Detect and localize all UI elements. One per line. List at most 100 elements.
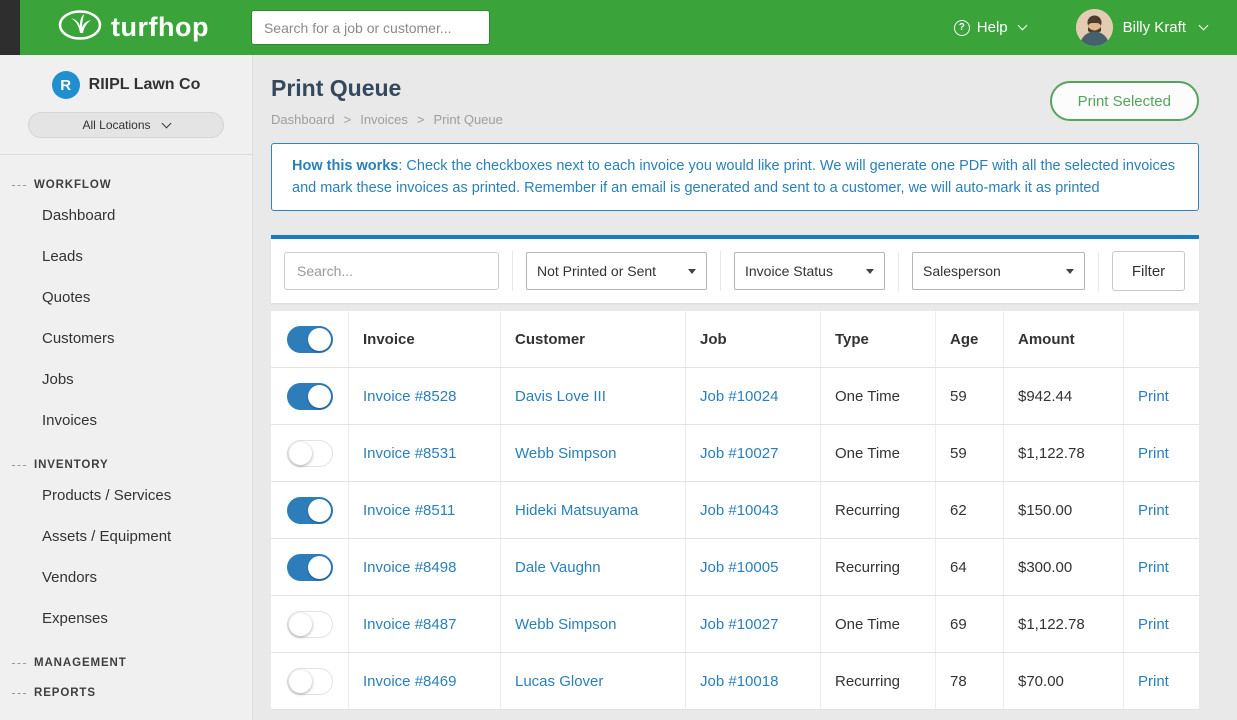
toggle-knob	[289, 442, 312, 465]
top-bar-right: ? Help Billy Kraft	[954, 9, 1207, 46]
print-link-cell: Print	[1124, 539, 1199, 595]
column-header-job: Job	[686, 311, 821, 367]
print-link[interactable]: Print	[1138, 388, 1169, 405]
table-row: Invoice #8531Webb SimpsonJob #10027One T…	[271, 425, 1199, 482]
invoice-link-cell: Invoice #8511	[349, 482, 501, 538]
print-selected-button[interactable]: Print Selected	[1050, 81, 1199, 121]
sidebar-section-workflow: WORKFLOW	[0, 179, 252, 191]
user-menu[interactable]: Billy Kraft	[1076, 9, 1207, 46]
customer-link[interactable]: Lucas Glover	[515, 673, 603, 690]
sidebar-item-assets-equipment[interactable]: Assets / Equipment	[0, 516, 252, 557]
breadcrumb: Dashboard>Invoices>Print Queue	[271, 112, 503, 127]
toggle-knob	[308, 385, 331, 408]
select-value: Not Printed or Sent	[537, 263, 656, 279]
company-name: RIIPL Lawn Co	[89, 76, 201, 94]
customer-link[interactable]: Webb Simpson	[515, 616, 616, 633]
sidebar: R RIIPL Lawn Co All Locations WORKFLOWDa…	[0, 55, 253, 720]
job-link[interactable]: Job #10005	[700, 559, 778, 576]
printed-status-select[interactable]: Not Printed or Sent	[526, 252, 707, 290]
sidebar-item-expenses[interactable]: Expenses	[0, 598, 252, 639]
row-select-toggle[interactable]	[287, 383, 333, 410]
type-cell: One Time	[821, 596, 936, 652]
job-link[interactable]: Job #10043	[700, 502, 778, 519]
sidebar-section-label: REPORTS	[34, 687, 96, 699]
select-value: Invoice Status	[745, 263, 833, 279]
invoice-table: InvoiceCustomerJobTypeAgeAmountInvoice #…	[271, 311, 1199, 710]
sidebar-section-reports: REPORTS	[0, 687, 252, 699]
invoice-link[interactable]: Invoice #8498	[363, 559, 456, 576]
sidebar-item-jobs[interactable]: Jobs	[0, 359, 252, 400]
filter-button[interactable]: Filter	[1112, 251, 1185, 291]
sidebar-item-dashboard[interactable]: Dashboard	[0, 195, 252, 236]
breadcrumb-separator: >	[417, 112, 425, 127]
sidebar-item-leads[interactable]: Leads	[0, 236, 252, 277]
breadcrumb-item-print-queue: Print Queue	[434, 112, 503, 127]
invoice-status-select[interactable]: Invoice Status	[734, 252, 885, 290]
location-selector[interactable]: All Locations	[28, 112, 224, 138]
customer-link[interactable]: Webb Simpson	[515, 445, 616, 462]
invoice-link[interactable]: Invoice #8469	[363, 673, 456, 690]
filter-search-input[interactable]	[284, 252, 499, 290]
sidebar-section-label: MANAGEMENT	[34, 657, 127, 669]
salesperson-select[interactable]: Salesperson	[912, 252, 1085, 290]
dropdown-arrow-icon	[688, 269, 696, 274]
customer-link[interactable]: Davis Love III	[515, 388, 606, 405]
breadcrumb-item-invoices[interactable]: Invoices	[360, 112, 408, 127]
job-link[interactable]: Job #10027	[700, 616, 778, 633]
sidebar-section-label: WORKFLOW	[34, 179, 111, 191]
print-link-cell: Print	[1124, 482, 1199, 538]
page-head: Print Queue Dashboard>Invoices>Print Que…	[271, 75, 1199, 127]
toggle-knob	[308, 328, 331, 351]
select-all-toggle[interactable]	[287, 326, 333, 353]
print-link[interactable]: Print	[1138, 559, 1169, 576]
type-cell: One Time	[821, 368, 936, 424]
invoice-link[interactable]: Invoice #8528	[363, 388, 456, 405]
print-link[interactable]: Print	[1138, 502, 1169, 519]
row-select-toggle[interactable]	[287, 554, 333, 581]
toggle-knob	[289, 670, 312, 693]
print-link[interactable]: Print	[1138, 445, 1169, 462]
print-link[interactable]: Print	[1138, 616, 1169, 633]
invoice-link[interactable]: Invoice #8511	[363, 502, 455, 519]
global-search-input[interactable]	[251, 10, 490, 45]
info-box: How this works: Check the checkboxes nex…	[271, 143, 1199, 211]
help-menu[interactable]: ? Help	[954, 19, 1026, 36]
row-select-toggle[interactable]	[287, 668, 333, 695]
breadcrumb-item-dashboard[interactable]: Dashboard	[271, 112, 335, 127]
job-link[interactable]: Job #10024	[700, 388, 778, 405]
customer-link[interactable]: Hideki Matsuyama	[515, 502, 638, 519]
row-select-toggle[interactable]	[287, 611, 333, 638]
customer-link-cell: Webb Simpson	[501, 425, 686, 481]
type-cell: Recurring	[821, 539, 936, 595]
sidebar-item-customers[interactable]: Customers	[0, 318, 252, 359]
job-link[interactable]: Job #10027	[700, 445, 778, 462]
job-link[interactable]: Job #10018	[700, 673, 778, 690]
sidebar-item-products-services[interactable]: Products / Services	[0, 475, 252, 516]
help-icon: ?	[954, 20, 970, 36]
toggle-cell	[271, 425, 349, 481]
chevron-down-icon	[161, 118, 171, 128]
sidebar-item-vendors[interactable]: Vendors	[0, 557, 252, 598]
age-cell: 78	[936, 653, 1004, 709]
job-link-cell: Job #10018	[686, 653, 821, 709]
sidebar-section-inventory: INVENTORY	[0, 459, 252, 471]
job-link-cell: Job #10024	[686, 368, 821, 424]
row-select-toggle[interactable]	[287, 497, 333, 524]
customer-link-cell: Lucas Glover	[501, 653, 686, 709]
filter-selects: Not Printed or Sent Invoice Status Salespe…	[513, 251, 1099, 291]
row-select-toggle[interactable]	[287, 440, 333, 467]
column-header-print	[1124, 311, 1199, 367]
invoice-link[interactable]: Invoice #8531	[363, 445, 456, 462]
toggle-knob	[308, 499, 331, 522]
section-dash-icon	[12, 185, 26, 186]
amount-cell: $942.44	[1004, 368, 1124, 424]
invoice-link[interactable]: Invoice #8487	[363, 616, 456, 633]
sidebar-item-quotes[interactable]: Quotes	[0, 277, 252, 318]
type-cell: Recurring	[821, 653, 936, 709]
sidebar-item-invoices[interactable]: Invoices	[0, 400, 252, 441]
customer-link[interactable]: Dale Vaughn	[515, 559, 601, 576]
user-name: Billy Kraft	[1123, 19, 1186, 36]
filter-button-group: Filter	[1099, 251, 1201, 291]
amount-cell: $1,122.78	[1004, 596, 1124, 652]
print-link[interactable]: Print	[1138, 673, 1169, 690]
